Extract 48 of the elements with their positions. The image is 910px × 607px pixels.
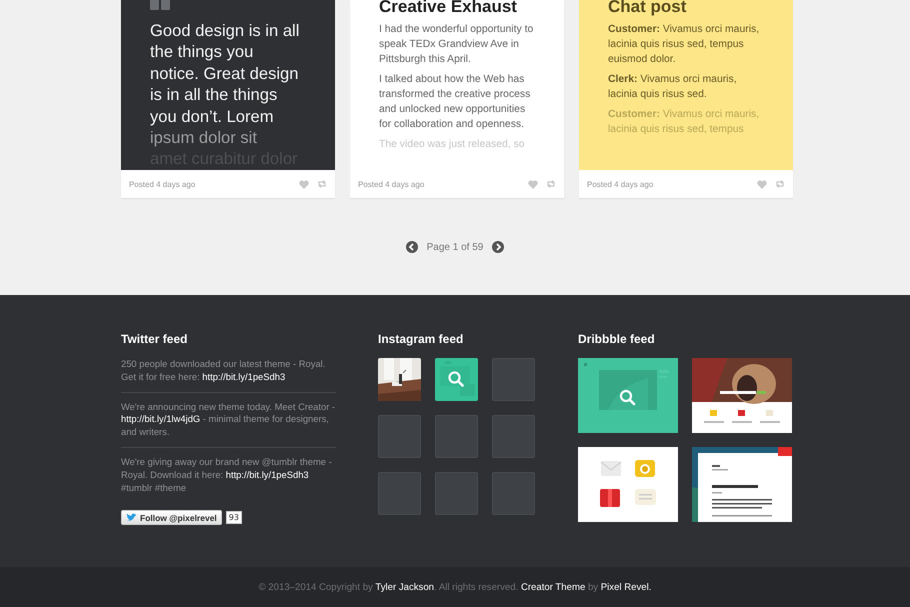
- chat-line: Customer: Vivamus orci mauris, lacinia quis risus sed, tempus: [608, 108, 760, 137]
- next-page-icon[interactable]: [492, 241, 504, 253]
- empty-tile: [435, 415, 478, 458]
- footer-link[interactable]: Creator Theme: [520, 582, 586, 592]
- empty-tile: [378, 415, 421, 458]
- tweet-text: We're announcing new theme today. Meet Creator - http://bit.ly/1lw4jdG - minimal theme for designers, and writers.: [121, 400, 336, 448]
- follow-button[interactable]: Follow @pixelrevel: [121, 510, 222, 526]
- empty-tile: [378, 472, 421, 515]
- section-heading: Dribbble feed: [578, 332, 656, 346]
- copyright-text: © 2013–2014 Copyright by Tyler Jackson. All rights reserved. Creator Theme by Pixel Revel.: [258, 582, 652, 592]
- footer-link[interactable]: Pixel Revel.: [600, 582, 652, 592]
- chat-line: Customer: Vivamus orci mauris, lacinia quis risus sed, tempus euismod dolor.: [608, 23, 760, 67]
- empty-tile: [492, 415, 535, 458]
- posted-time: Posted 4 days ago: [358, 180, 426, 188]
- reblog-icon[interactable]: [546, 180, 556, 188]
- post-paragraph: The video was just released, so: [379, 138, 526, 152]
- follower-count: 93: [226, 511, 242, 524]
- quote-text: Good design is in all the things you notice. Great design is in all the things you don’t. Lorem: [150, 20, 300, 128]
- section-heading: Instagram feed: [378, 332, 464, 346]
- section-heading: Twitter feed: [121, 332, 188, 346]
- quote-text: ipsum dolor sit: [150, 127, 258, 148]
- footer-link[interactable]: Tyler Jackson: [375, 582, 434, 592]
- chat-line: Clerk: Vivamus orci mauris, lacinia quis risus sed.: [608, 73, 738, 102]
- tweet-link[interactable]: http://bit.ly/1lw4jdG: [121, 413, 200, 424]
- post-paragraph: I had the wonderful opportunity to speak TEDx Grandview Ave in Pittsburgh this April.: [379, 23, 534, 67]
- tweet-link[interactable]: http://bit.ly/1peSdh3: [202, 370, 286, 382]
- bird-icon: [126, 513, 137, 522]
- tweet-link[interactable]: http://bit.ly/1peSdh3: [226, 468, 309, 480]
- search-icon: [448, 371, 464, 387]
- quote-icon: [150, 0, 170, 10]
- empty-tile: [492, 358, 535, 401]
- empty-tile: [435, 472, 478, 515]
- tweet-text: 250 people downloaded our latest theme - Royal. Get it for free here: http://bit.ly/1peSdh3: [121, 358, 336, 393]
- reblog-icon[interactable]: [317, 180, 327, 188]
- heart-icon[interactable]: [528, 180, 538, 188]
- posted-time: Posted 4 days ago: [129, 180, 196, 188]
- reblog-icon[interactable]: [775, 180, 785, 188]
- heart-icon[interactable]: [299, 180, 309, 188]
- heart-icon[interactable]: [757, 180, 767, 188]
- posted-time: Posted 4 days ago: [587, 180, 654, 188]
- previous-page-icon[interactable]: [406, 241, 418, 253]
- search-icon: [620, 390, 636, 406]
- page-indicator: Page 1 of 59: [426, 242, 484, 252]
- post-paragraph: I talked about how the Web has transformed the creative process and unlocked new opportunities for collaboration and openness.: [379, 73, 532, 132]
- post-title: Creative Exhaust: [379, 0, 518, 17]
- empty-tile: [492, 472, 535, 515]
- tweet-text: We're giving away our brand new @tumblr theme - Royal. Download it here: http://bit.ly/1peSdh3 #tumblr #theme: [121, 456, 333, 495]
- post-title: Chat post: [608, 0, 688, 17]
